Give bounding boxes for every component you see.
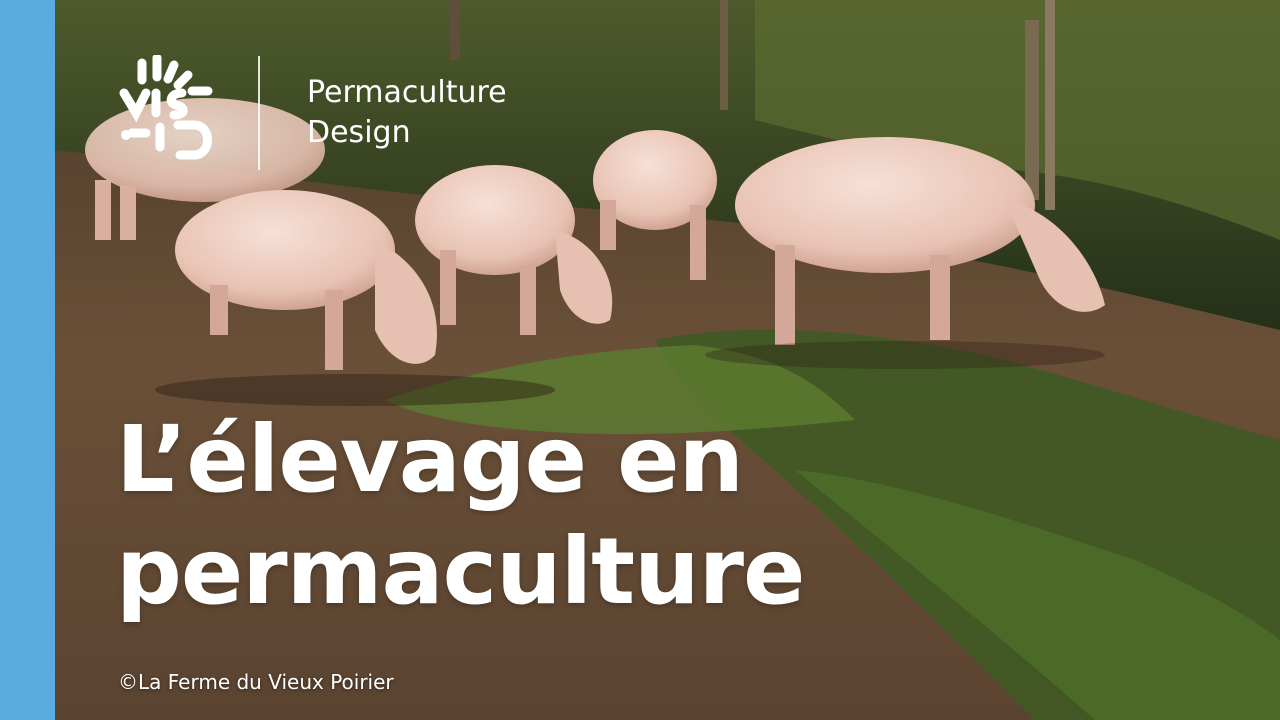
logo-divider <box>258 56 260 170</box>
vivre-logo-icon <box>112 53 222 170</box>
photo-credit: ©La Ferme du Vieux Poirier <box>118 670 394 694</box>
brand-line-1: Permaculture <box>307 75 507 110</box>
headline-line-2: permaculture <box>116 518 805 625</box>
headline: L’élevage en permaculture <box>116 404 805 628</box>
headline-line-1: L’élevage en <box>116 406 744 513</box>
brand-title: Permaculture Design <box>307 73 507 153</box>
brand-line-2: Design <box>307 115 411 150</box>
accent-bar <box>0 0 55 720</box>
